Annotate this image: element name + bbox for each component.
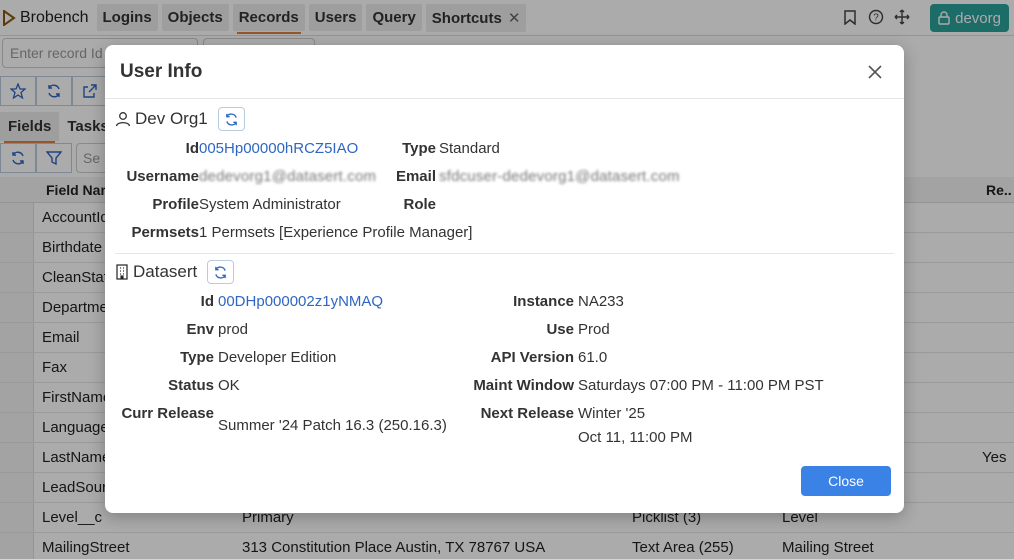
role-label: Role (403, 196, 436, 213)
org-type-label: Type (180, 349, 214, 366)
close-icon[interactable] (866, 63, 884, 81)
org-id-link[interactable]: 00DHp000002z1yNMAQ (218, 293, 383, 310)
org-refresh-button[interactable] (207, 260, 235, 284)
use-label: Use (546, 321, 574, 338)
user-refresh-button[interactable] (217, 107, 245, 131)
maint-window-label: Maint Window (473, 377, 574, 394)
username-value: dedevorg1@datasert.com (199, 168, 377, 185)
user-type-label: Type (402, 140, 436, 157)
instance-value: NA233 (578, 293, 624, 310)
profile-label: Profile (152, 196, 199, 213)
use-value: Prod (578, 321, 610, 338)
env-label: Env (186, 321, 214, 338)
user-section-header: Dev Org1 (115, 107, 245, 131)
status-label: Status (168, 377, 214, 394)
user-info-dialog: User Info Dev Org1 Id 005Hp00000hRCZ5IAO… (105, 45, 904, 513)
refresh-icon (225, 112, 237, 126)
user-name: Dev Org1 (135, 109, 208, 128)
api-version-label: API Version (490, 349, 574, 366)
dialog-title: User Info (120, 61, 203, 82)
section-divider (115, 253, 894, 254)
dialog-header: User Info (105, 45, 904, 99)
org-id-label: Id (200, 293, 214, 310)
permsets-value: 1 Permsets [Experience Profile Manager] (199, 224, 473, 241)
org-type-value: Developer Edition (218, 349, 337, 366)
close-button[interactable]: Close (801, 466, 891, 496)
building-icon (116, 264, 128, 280)
org-name: Datasert (133, 262, 198, 281)
status-value: OK (218, 377, 240, 394)
org-section-header: Datasert (115, 260, 235, 284)
user-id-label: Id (185, 140, 199, 157)
username-label: Username (126, 168, 199, 185)
email-label: Email (395, 168, 436, 185)
next-release-date: Oct 11, 11:00 PM (578, 429, 693, 446)
next-release-name: Winter '25 (578, 405, 646, 422)
instance-label: Instance (513, 293, 574, 310)
permsets-label: Permsets (131, 224, 199, 241)
refresh-icon (215, 265, 227, 279)
api-version-value: 61.0 (578, 349, 608, 366)
maint-window-value: Saturdays 07:00 PM - 11:00 PM PST (578, 377, 824, 394)
curr-release-label: Curr Release (121, 405, 214, 422)
email-value: sfdcuser-dedevorg1@datasert.com (439, 168, 680, 185)
profile-value: System Administrator (199, 196, 341, 213)
env-value: prod (218, 321, 249, 338)
user-icon (115, 112, 131, 127)
next-release-label: Next Release (480, 405, 574, 422)
user-id-link[interactable]: 005Hp00000hRCZ5IAO (199, 140, 358, 157)
curr-release-value: Summer '24 Patch 16.3 (250.16.3) (218, 417, 447, 434)
user-type-value: Standard (439, 140, 500, 157)
